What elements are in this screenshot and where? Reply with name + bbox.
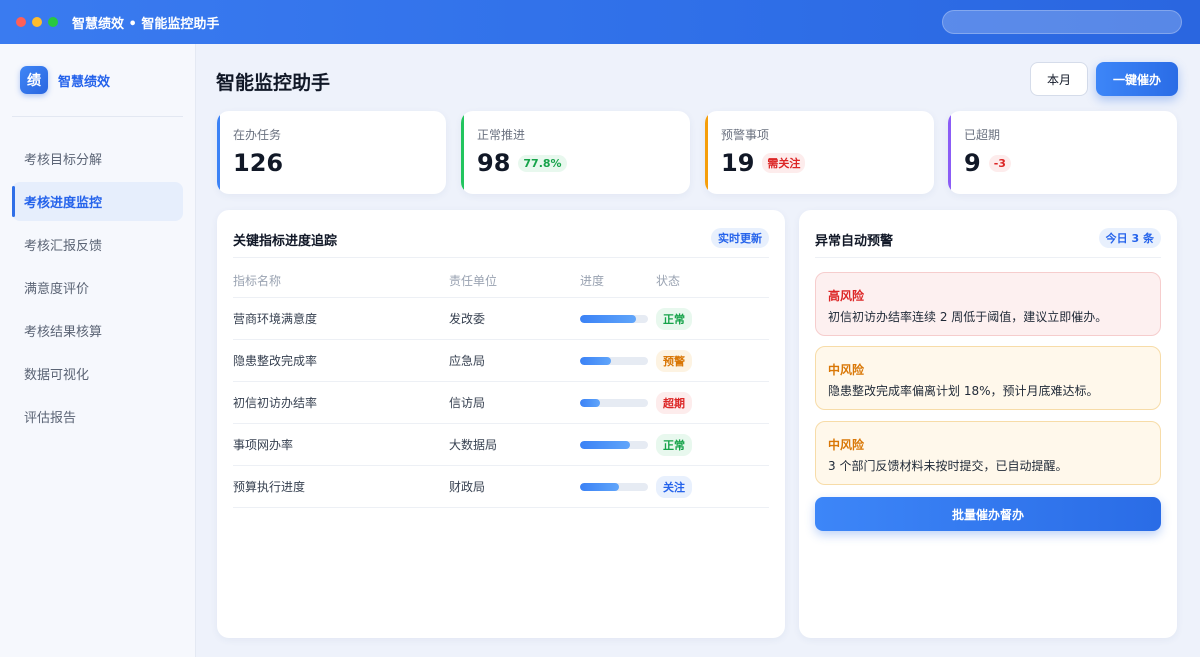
stat-label: 在办任务 <box>233 128 282 142</box>
progress-bar <box>580 398 648 407</box>
responsible-unit: 信访局 <box>449 396 486 410</box>
column-header: 责任单位 <box>449 274 498 288</box>
window-title: 智慧绩效 • 智能监控助手 <box>72 16 220 32</box>
progress-bar-fill <box>580 314 636 323</box>
stat-value: 126 <box>233 149 284 177</box>
stat-value: 9 <box>964 149 981 177</box>
minimize-window-button[interactable] <box>32 17 42 27</box>
progress-bar-fill <box>580 482 620 491</box>
alert-count-badge: 今日 3 条 <box>1098 228 1161 248</box>
maximize-window-button[interactable] <box>48 17 58 27</box>
stat-badge: 77.8% <box>518 154 567 172</box>
kpi-name: 营商环境满意度 <box>233 312 318 326</box>
sidebar-item-satisfaction[interactable]: 满意度评价 <box>12 268 183 307</box>
sidebar-item-result-accounting[interactable]: 考核结果核算 <box>12 311 183 350</box>
panel-divider <box>815 257 1161 258</box>
table-row[interactable]: 预算执行进度 财政局 关注 <box>233 466 769 508</box>
auto-alert-panel: 异常自动预警 今日 3 条 高风险 初信初访办结率连续 2 周低于阈值，建议立即… <box>799 210 1177 638</box>
panel-title: 异常自动预警 <box>815 234 894 249</box>
panel-divider <box>233 257 769 258</box>
table-header: 指标名称 责任单位 进度 状态 <box>233 264 769 298</box>
kpi-name: 事项网办率 <box>233 438 294 452</box>
column-header: 指标名称 <box>233 274 282 288</box>
sidebar-item-evaluation-report[interactable]: 评估报告 <box>12 397 183 436</box>
status-badge: 正常 <box>656 307 692 330</box>
progress-bar-fill <box>580 440 631 449</box>
status-badge: 预警 <box>656 349 692 372</box>
sidebar-item-progress-monitor[interactable]: 考核进度监控 <box>12 182 183 221</box>
sidebar: 绩 智慧绩效 考核目标分解 考核进度监控 考核汇报反馈 满意度评价 考核结果核算… <box>0 44 196 657</box>
status-badge: 关注 <box>656 475 692 498</box>
alert-level: 中风险 <box>828 438 865 452</box>
responsible-unit: 发改委 <box>449 312 486 326</box>
progress-bar <box>580 482 648 491</box>
close-window-button[interactable] <box>16 17 26 27</box>
responsible-unit: 应急局 <box>449 354 486 368</box>
table-row[interactable]: 事项网办率 大数据局 正常 <box>233 424 769 466</box>
kpi-tracking-panel: 关键指标进度追踪 实时更新 指标名称 责任单位 进度 状态 营商环境满意度 发改… <box>217 210 785 638</box>
realtime-badge: 实时更新 <box>711 228 769 248</box>
panel-title: 关键指标进度追踪 <box>233 234 338 249</box>
column-header: 进度 <box>580 274 605 288</box>
kpi-table: 指标名称 责任单位 进度 状态 营商环境满意度 发改委 正常 隐患整改完成率 应… <box>233 264 769 508</box>
stat-label: 正常推进 <box>477 128 526 142</box>
status-badge: 正常 <box>656 433 692 456</box>
progress-bar <box>580 356 648 365</box>
brand-name: 智慧绩效 <box>58 74 111 90</box>
window-titlebar: 智慧绩效 • 智能监控助手 <box>0 0 1200 44</box>
stat-card-overdue: 已超期 9 -3 <box>948 111 1177 194</box>
page-title: 智能监控助手 <box>216 72 331 94</box>
batch-urge-button[interactable]: 批量催办督办 <box>815 497 1161 531</box>
stat-card-in-progress: 在办任务 126 <box>217 111 446 194</box>
urge-all-button[interactable]: 一键催办 <box>1096 62 1178 96</box>
alert-card-medium[interactable]: 中风险 隐患整改完成率偏离计划 18%，预计月底难达标。 <box>815 346 1161 410</box>
alert-card-medium[interactable]: 中风险 3 个部门反馈材料未按时提交，已自动提醒。 <box>815 421 1161 485</box>
stat-label: 预警事项 <box>721 128 770 142</box>
stat-label: 已超期 <box>964 128 1001 142</box>
alert-text: 3 个部门反馈材料未按时提交，已自动提醒。 <box>828 459 1068 473</box>
brand-logo-icon: 绩 <box>20 66 48 94</box>
main-content: 智能监控助手 本月 一键催办 在办任务 126 正常推进 98 77.8% 预警… <box>196 44 1200 657</box>
kpi-name: 隐患整改完成率 <box>233 354 318 368</box>
table-row[interactable]: 初信初访办结率 信访局 超期 <box>233 382 769 424</box>
window-controls <box>16 17 58 27</box>
column-header: 状态 <box>656 274 681 288</box>
progress-bar <box>580 314 648 323</box>
alert-text: 隐患整改完成率偏离计划 18%，预计月底难达标。 <box>828 384 1099 398</box>
table-row[interactable]: 隐患整改完成率 应急局 预警 <box>233 340 769 382</box>
sidebar-item-data-visualization[interactable]: 数据可视化 <box>12 354 183 393</box>
alert-text: 初信初访办结率连续 2 周低于阈值，建议立即催办。 <box>828 310 1108 324</box>
alert-card-high[interactable]: 高风险 初信初访办结率连续 2 周低于阈值，建议立即催办。 <box>815 272 1161 336</box>
stat-badge: 需关注 <box>762 153 806 173</box>
brand: 绩 智慧绩效 <box>0 44 195 116</box>
sidebar-nav: 考核目标分解 考核进度监控 考核汇报反馈 满意度评价 考核结果核算 数据可视化 … <box>0 139 195 436</box>
kpi-name: 预算执行进度 <box>233 480 306 494</box>
alert-level: 高风险 <box>828 289 865 303</box>
sidebar-item-report-feedback[interactable]: 考核汇报反馈 <box>12 225 183 264</box>
kpi-name: 初信初访办结率 <box>233 396 318 410</box>
table-row[interactable]: 营商环境满意度 发改委 正常 <box>233 298 769 340</box>
stat-card-warning: 预警事项 19 需关注 <box>705 111 934 194</box>
stat-value: 19 <box>721 149 755 177</box>
progress-bar <box>580 440 648 449</box>
sidebar-divider <box>12 116 183 117</box>
stat-value: 98 <box>477 149 511 177</box>
stat-badge: -3 <box>988 154 1011 172</box>
sidebar-item-goal-breakdown[interactable]: 考核目标分解 <box>12 139 183 178</box>
month-filter-button[interactable]: 本月 <box>1030 62 1088 96</box>
status-badge: 超期 <box>656 391 692 414</box>
stat-card-normal: 正常推进 98 77.8% <box>461 111 690 194</box>
search-input[interactable] <box>942 10 1182 34</box>
progress-bar-fill <box>580 356 611 365</box>
progress-bar-fill <box>580 398 601 407</box>
responsible-unit: 大数据局 <box>449 438 498 452</box>
alert-level: 中风险 <box>828 363 865 377</box>
responsible-unit: 财政局 <box>449 480 486 494</box>
